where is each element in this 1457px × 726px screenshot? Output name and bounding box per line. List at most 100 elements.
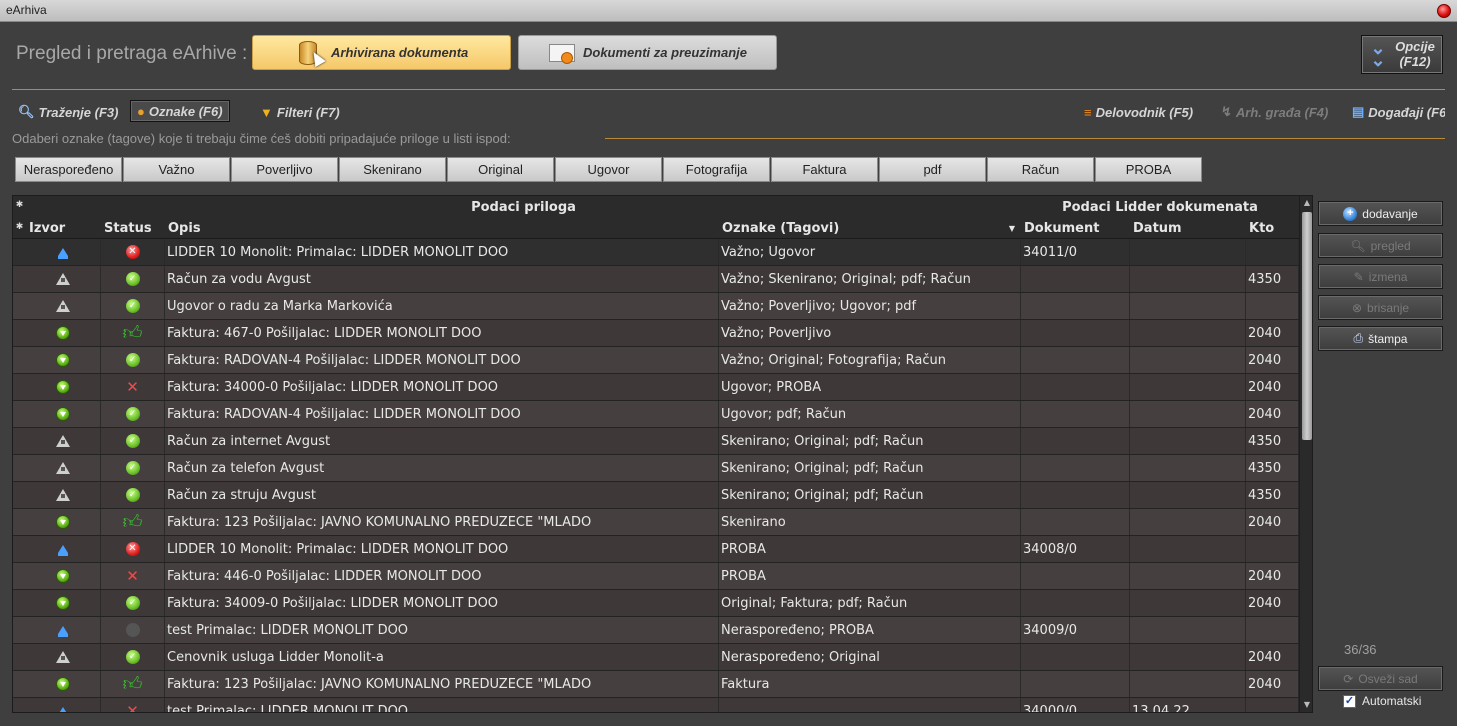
row-indicator[interactable]: [13, 374, 26, 400]
row-indicator[interactable]: [13, 509, 26, 535]
table-row[interactable]: 👍︎ Faktura: 123 Pošiljalac: JAVNO KOMUNAL…: [13, 509, 1299, 536]
tag-button[interactable]: PROBA: [1095, 157, 1202, 182]
row-indicator[interactable]: [13, 293, 26, 319]
col-oznake[interactable]: Oznake (Tagovi) ▼: [719, 218, 1021, 239]
cell-status: 👍︎: [101, 671, 165, 697]
tags-button[interactable]: ● Oznake (F6): [130, 100, 230, 122]
cell-datum: [1130, 374, 1246, 400]
table-row[interactable]: ✓ Faktura: 34009-0 Pošiljalac: LIDDER MON…: [13, 590, 1299, 617]
scroll-thumb[interactable]: [1302, 212, 1312, 440]
checkbox-checked-icon[interactable]: ✓: [1343, 694, 1356, 708]
search-button[interactable]: 🔍︎ Traženje (F3): [18, 102, 118, 122]
row-indicator[interactable]: [13, 401, 26, 427]
col-oznake-label: Oznake (Tagovi): [722, 221, 840, 236]
add-button[interactable]: + dodavanje: [1318, 201, 1443, 226]
tag-button[interactable]: Fotografija: [663, 157, 770, 182]
row-indicator[interactable]: [13, 347, 26, 373]
table-row[interactable]: ✓ Cenovnik usluga Lidder Monolit-a Neraspo…: [13, 644, 1299, 671]
print-button[interactable]: ⎙ štampa: [1318, 326, 1443, 351]
cell-oznake: Ugovor; pdf; Račun: [719, 401, 1021, 427]
tag-button[interactable]: Poverljivo: [231, 157, 338, 182]
documents-download-button[interactable]: Dokumenti za preuzimanje: [518, 35, 777, 70]
cell-status: ✓: [101, 293, 165, 319]
tag-button[interactable]: Važno: [123, 157, 230, 182]
row-indicator[interactable]: [13, 563, 26, 589]
tag-button[interactable]: Ugovor: [555, 157, 662, 182]
col-kto[interactable]: Kto: [1246, 218, 1299, 239]
delete-button[interactable]: ⊗ brisanje: [1318, 295, 1443, 320]
table-row[interactable]: ✓ Račun za struju Avgust Skenirano; Origin…: [13, 482, 1299, 509]
scroll-down-icon[interactable]: ▼: [1300, 699, 1312, 711]
delovodnik-button[interactable]: ≡ Delovodnik (F5): [1084, 102, 1193, 122]
auto-refresh-checkbox[interactable]: ✓ Automatski: [1343, 694, 1421, 708]
cell-opis: Faktura: 123 Pošiljalac: JAVNO KOMUNALNO…: [165, 509, 719, 535]
table-row[interactable]: test Primalac: LIDDER MONOLIT DOO Neraspo…: [13, 617, 1299, 644]
events-label: Događaji (F6): [1368, 104, 1445, 120]
row-indicator[interactable]: [13, 617, 26, 643]
cell-dokument: [1021, 347, 1130, 373]
col-izvor[interactable]: Izvor: [26, 218, 101, 239]
grid-body: ✕ LIDDER 10 Monolit: Primalac: LIDDER MON…: [13, 239, 1299, 712]
error-circle-icon: ✕: [125, 542, 140, 556]
row-indicator[interactable]: [13, 536, 26, 562]
row-indicator[interactable]: [13, 698, 26, 712]
row-indicator[interactable]: [13, 482, 26, 508]
tag-button[interactable]: Original: [447, 157, 554, 182]
options-button[interactable]: ⌄ ⌄ Opcije (F12): [1361, 35, 1443, 74]
table-row[interactable]: ✓ Faktura: RADOVAN-4 Pošiljalac: LIDDER M…: [13, 401, 1299, 428]
col-dokument[interactable]: Dokument: [1021, 218, 1130, 239]
tag-button[interactable]: pdf: [879, 157, 986, 182]
tag-button[interactable]: Skenirano: [339, 157, 446, 182]
events-button[interactable]: ▤ Događaji (F6): [1352, 102, 1445, 122]
table-row[interactable]: ✓ Račun za internet Avgust Skenirano; Orig…: [13, 428, 1299, 455]
preview-button[interactable]: 🔍︎ pregled: [1318, 233, 1443, 258]
cell-dokument: 34011/0: [1021, 239, 1130, 265]
cell-dokument: [1021, 482, 1130, 508]
table-row[interactable]: ✕ Faktura: 446-0 Pošiljalac: LIDDER MONOL…: [13, 563, 1299, 590]
warning-triangle-icon: [56, 651, 70, 663]
tag-button[interactable]: Račun: [987, 157, 1094, 182]
tag-button[interactable]: Neraspoređeno: [15, 157, 122, 182]
tag-button[interactable]: Faktura: [771, 157, 878, 182]
documents-download-label: Dokumenti za preuzimanje: [583, 45, 747, 60]
archived-documents-button[interactable]: Arhivirana dokumenta: [252, 35, 511, 70]
edit-button[interactable]: ✎ izmena: [1318, 264, 1443, 289]
col-status[interactable]: Status: [101, 218, 165, 239]
scroll-up-icon[interactable]: ▲: [1300, 197, 1312, 209]
arh-gradja-button[interactable]: ↯ Arh. građa (F4): [1221, 102, 1328, 122]
row-indicator[interactable]: [13, 644, 26, 670]
table-row[interactable]: 👍︎ Faktura: 467-0 Pošiljalac: LIDDER MONO…: [13, 320, 1299, 347]
row-indicator[interactable]: [13, 455, 26, 481]
table-row[interactable]: ✓ Ugovor o radu za Marka Markovića Važno; …: [13, 293, 1299, 320]
close-icon[interactable]: [1437, 4, 1451, 18]
cell-dokument: [1021, 563, 1130, 589]
plus-icon: +: [1343, 206, 1358, 221]
table-row[interactable]: ✕ LIDDER 10 Monolit: Primalac: LIDDER MON…: [13, 536, 1299, 563]
col-opis[interactable]: Opis: [165, 218, 719, 239]
table-row[interactable]: ✓ Faktura: RADOVAN-4 Pošiljalac: LIDDER M…: [13, 347, 1299, 374]
table-row[interactable]: ✓ Račun za telefon Avgust Skenirano; Origi…: [13, 455, 1299, 482]
envelope-icon: [547, 39, 577, 67]
row-indicator[interactable]: [13, 590, 26, 616]
band-indicator: ✱: [15, 200, 24, 210]
table-row[interactable]: ✕ test Primalac: LIDDER MONOLIT DOO 34000/…: [13, 698, 1299, 712]
cell-opis: test Primalac: LIDDER MONOLIT DOO: [165, 617, 719, 643]
table-row[interactable]: 👍︎ Faktura: 123 Pošiljalac: JAVNO KOMUNAL…: [13, 671, 1299, 698]
refresh-button[interactable]: ⟳ Osveži sad: [1318, 666, 1443, 691]
row-indicator[interactable]: [13, 266, 26, 292]
row-indicator[interactable]: [13, 239, 26, 265]
cell-dokument: [1021, 374, 1130, 400]
red-x-icon: ✕: [126, 377, 139, 396]
row-indicator[interactable]: [13, 671, 26, 697]
cell-izvor: [26, 239, 101, 265]
vertical-scrollbar[interactable]: ▲ ▼: [1299, 196, 1312, 712]
cell-datum: [1130, 482, 1246, 508]
table-row[interactable]: ✕ LIDDER 10 Monolit: Primalac: LIDDER MON…: [13, 239, 1299, 266]
col-datum[interactable]: Datum: [1130, 218, 1246, 239]
cell-kto: 4350: [1246, 455, 1299, 481]
row-indicator[interactable]: [13, 320, 26, 346]
table-row[interactable]: ✓ Račun za vodu Avgust Važno; Skenirano; O…: [13, 266, 1299, 293]
table-row[interactable]: ✕ Faktura: 34000-0 Pošiljalac: LIDDER MON…: [13, 374, 1299, 401]
row-indicator[interactable]: [13, 428, 26, 454]
filters-button[interactable]: ▼ Filteri (F7): [260, 102, 340, 122]
